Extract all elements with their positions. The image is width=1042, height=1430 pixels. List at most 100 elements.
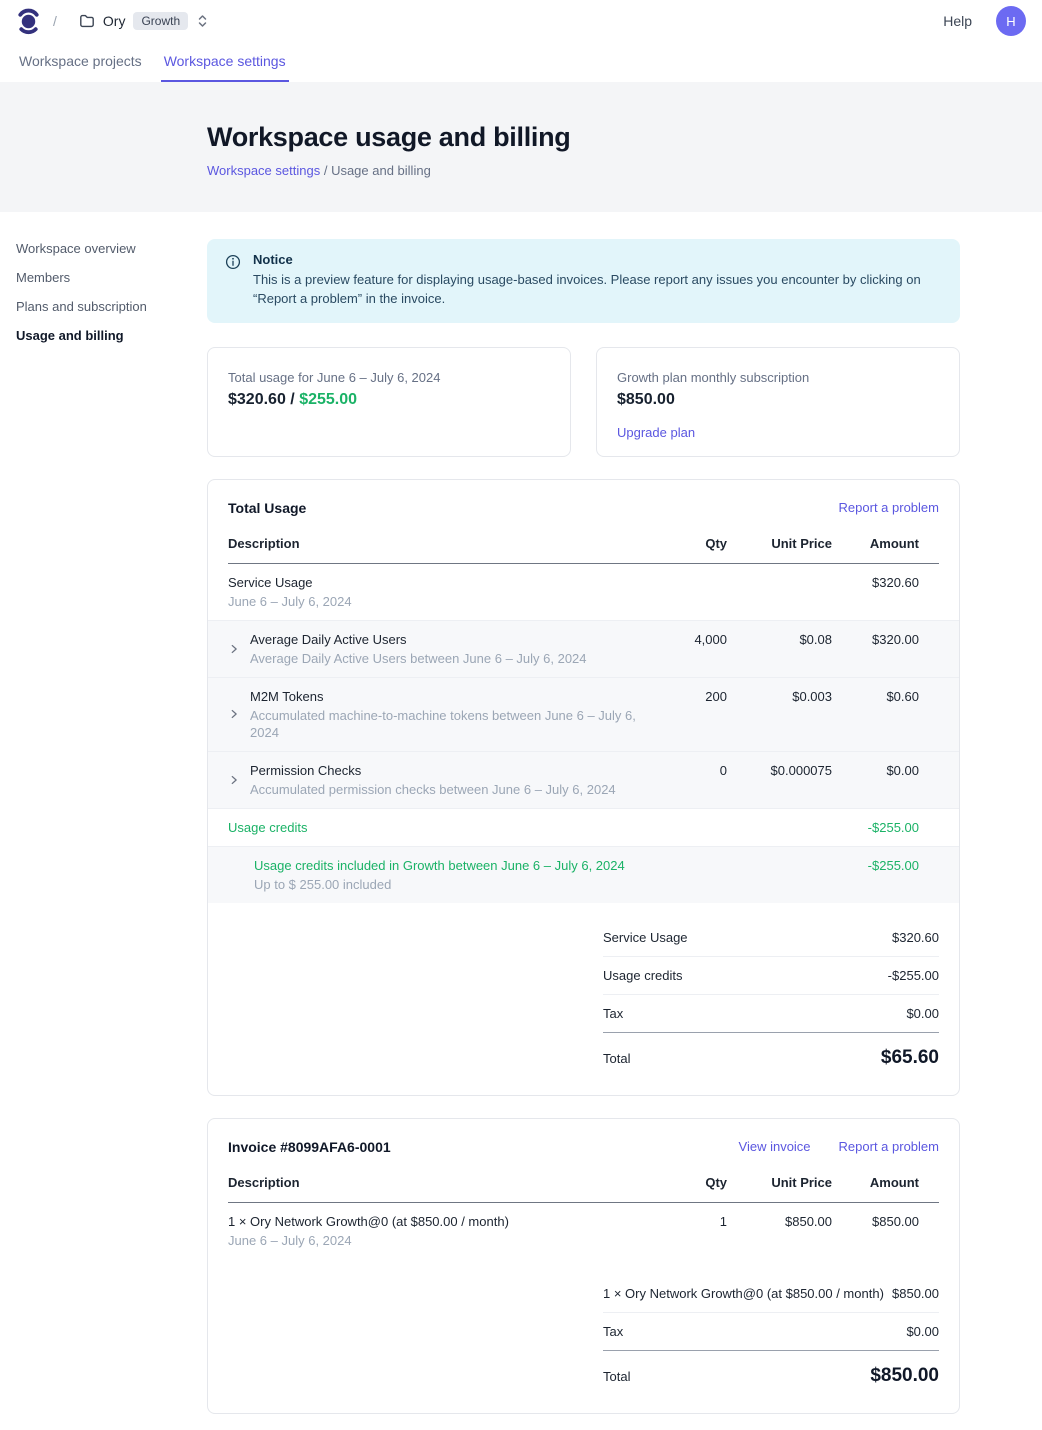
row-amount: $850.00 <box>832 1213 939 1229</box>
total-usage-value: $320.60 / $255.00 <box>228 391 550 409</box>
summary-label: 1 × Ory Network Growth@0 (at $850.00 / m… <box>603 1286 884 1301</box>
col-qty: Qty <box>652 1175 727 1190</box>
tab-workspace-projects[interactable]: Workspace projects <box>16 42 145 82</box>
sidebar-item-usage-billing[interactable]: Usage and billing <box>16 326 207 346</box>
breadcrumb-current: Usage and billing <box>331 163 431 178</box>
workspace-switcher[interactable]: Ory Growth <box>79 12 209 30</box>
row-qty: 200 <box>652 688 727 704</box>
summary-value: $850.00 <box>892 1286 939 1301</box>
row-title: M2M Tokens <box>250 688 652 705</box>
main-content: Notice This is a preview feature for dis… <box>207 239 960 1414</box>
table-row-usage-credits: Usage credits -$255.00 <box>208 808 959 846</box>
total-value: $850.00 <box>870 1365 939 1387</box>
workspace-tabs: Workspace projects Workspace settings <box>0 42 1042 82</box>
summary-row-total: Total $850.00 <box>603 1351 939 1387</box>
row-subtitle: Accumulated permission checks between Ju… <box>250 781 616 798</box>
usage-divider: / <box>286 391 299 408</box>
row-unit-price <box>727 857 832 858</box>
row-qty: 0 <box>652 762 727 778</box>
notice-banner: Notice This is a preview feature for dis… <box>207 239 960 323</box>
row-title: Service Usage <box>228 574 352 591</box>
workspace-name: Ory <box>103 13 126 29</box>
breadcrumb: Workspace settings / Usage and billing <box>207 163 1026 178</box>
breadcrumb-settings-link[interactable]: Workspace settings <box>207 163 320 178</box>
row-title: Permission Checks <box>250 762 616 779</box>
row-subtitle: Accumulated machine-to-machine tokens be… <box>250 707 652 741</box>
row-unit-price: $0.08 <box>727 631 832 647</box>
plan-subscription-card: Growth plan monthly subscription $850.00… <box>596 347 960 457</box>
row-qty <box>652 857 727 858</box>
row-amount: $320.00 <box>832 631 939 647</box>
summary-label: Tax <box>603 1006 623 1021</box>
info-icon <box>225 254 241 270</box>
usage-current-amount: $320.60 <box>228 391 286 408</box>
col-qty: Qty <box>652 536 727 551</box>
total-label: Total <box>603 1369 630 1384</box>
table-row-service-usage: Service Usage June 6 – July 6, 2024 $320… <box>208 564 959 620</box>
total-usage-card: Total usage for June 6 – July 6, 2024 $3… <box>207 347 571 457</box>
report-problem-link[interactable]: Report a problem <box>839 1139 939 1154</box>
help-button[interactable]: Help <box>937 12 978 30</box>
row-title: Usage credits included in Growth between… <box>254 857 625 874</box>
notice-content: Notice This is a preview feature for dis… <box>253 252 942 309</box>
table-row-permission-checks[interactable]: Permission Checks Accumulated permission… <box>208 751 959 808</box>
chevron-right-icon[interactable] <box>228 708 240 720</box>
row-qty: 1 <box>652 1213 727 1229</box>
settings-sidebar: Workspace overview Members Plans and sub… <box>16 239 207 346</box>
summary-label: Service Usage <box>603 930 688 945</box>
sidebar-item-plans-subscription[interactable]: Plans and subscription <box>16 297 207 317</box>
row-subtitle: June 6 – July 6, 2024 <box>228 1232 509 1249</box>
row-title: 1 × Ory Network Growth@0 (at $850.00 / m… <box>228 1213 509 1230</box>
row-subtitle: June 6 – July 6, 2024 <box>228 593 352 610</box>
chevron-right-icon[interactable] <box>228 643 240 655</box>
folder-icon <box>79 13 95 29</box>
summary-cards: Total usage for June 6 – July 6, 2024 $3… <box>207 347 960 457</box>
row-subtitle: Up to $ 255.00 included <box>254 876 625 893</box>
row-amount: $0.00 <box>832 762 939 778</box>
total-usage-label: Total usage for June 6 – July 6, 2024 <box>228 370 550 385</box>
invoice-line-item: 1 × Ory Network Growth@0 (at $850.00 / m… <box>208 1203 959 1259</box>
summary-value: -$255.00 <box>888 968 939 983</box>
summary-label: Usage credits <box>603 968 682 983</box>
chevron-right-icon[interactable] <box>228 774 240 786</box>
tab-workspace-settings[interactable]: Workspace settings <box>161 42 289 82</box>
summary-value: $0.00 <box>906 1006 939 1021</box>
row-unit-price: $850.00 <box>727 1213 832 1229</box>
notice-body: This is a preview feature for displaying… <box>253 271 942 309</box>
row-amount: -$255.00 <box>832 819 939 835</box>
top-bar: / Ory Growth Help H <box>0 0 1042 42</box>
table-row-m2m-tokens[interactable]: M2M Tokens Accumulated machine-to-machin… <box>208 677 959 751</box>
row-qty <box>652 574 727 575</box>
sidebar-item-workspace-overview[interactable]: Workspace overview <box>16 239 207 259</box>
usage-included-amount: $255.00 <box>299 391 357 408</box>
summary-value: $320.60 <box>892 930 939 945</box>
ory-logo[interactable] <box>16 7 41 36</box>
upgrade-plan-link[interactable]: Upgrade plan <box>617 425 695 440</box>
table-row-daily-active-users[interactable]: Average Daily Active Users Average Daily… <box>208 620 959 677</box>
sidebar-item-members[interactable]: Members <box>16 268 207 288</box>
usage-summary: Service Usage $320.60 Usage credits -$25… <box>603 919 939 1069</box>
avatar[interactable]: H <box>996 6 1026 36</box>
notice-title: Notice <box>253 252 942 267</box>
breadcrumb-separator: / <box>53 13 57 29</box>
col-amount: Amount <box>832 1175 939 1190</box>
usage-table-header: Description Qty Unit Price Amount <box>228 516 939 564</box>
row-unit-price: $0.003 <box>727 688 832 704</box>
col-unit-price: Unit Price <box>727 1175 832 1190</box>
invoice-title: Invoice #8099AFA6-0001 <box>228 1139 391 1155</box>
col-description: Description <box>228 1175 652 1190</box>
total-value: $65.60 <box>881 1047 939 1069</box>
row-unit-price <box>727 819 832 820</box>
table-row-usage-credits-detail: Usage credits included in Growth between… <box>208 846 959 903</box>
report-problem-link[interactable]: Report a problem <box>839 500 939 515</box>
row-amount: $0.60 <box>832 688 939 704</box>
total-label: Total <box>603 1051 630 1066</box>
view-invoice-link[interactable]: View invoice <box>739 1139 811 1154</box>
col-amount: Amount <box>832 536 939 551</box>
row-unit-price <box>727 574 832 575</box>
summary-row-total: Total $65.60 <box>603 1033 939 1069</box>
page-title: Workspace usage and billing <box>207 122 1026 153</box>
topbar-right: Help H <box>937 6 1026 36</box>
row-title: Usage credits <box>228 819 307 836</box>
plan-label: Growth plan monthly subscription <box>617 370 939 385</box>
